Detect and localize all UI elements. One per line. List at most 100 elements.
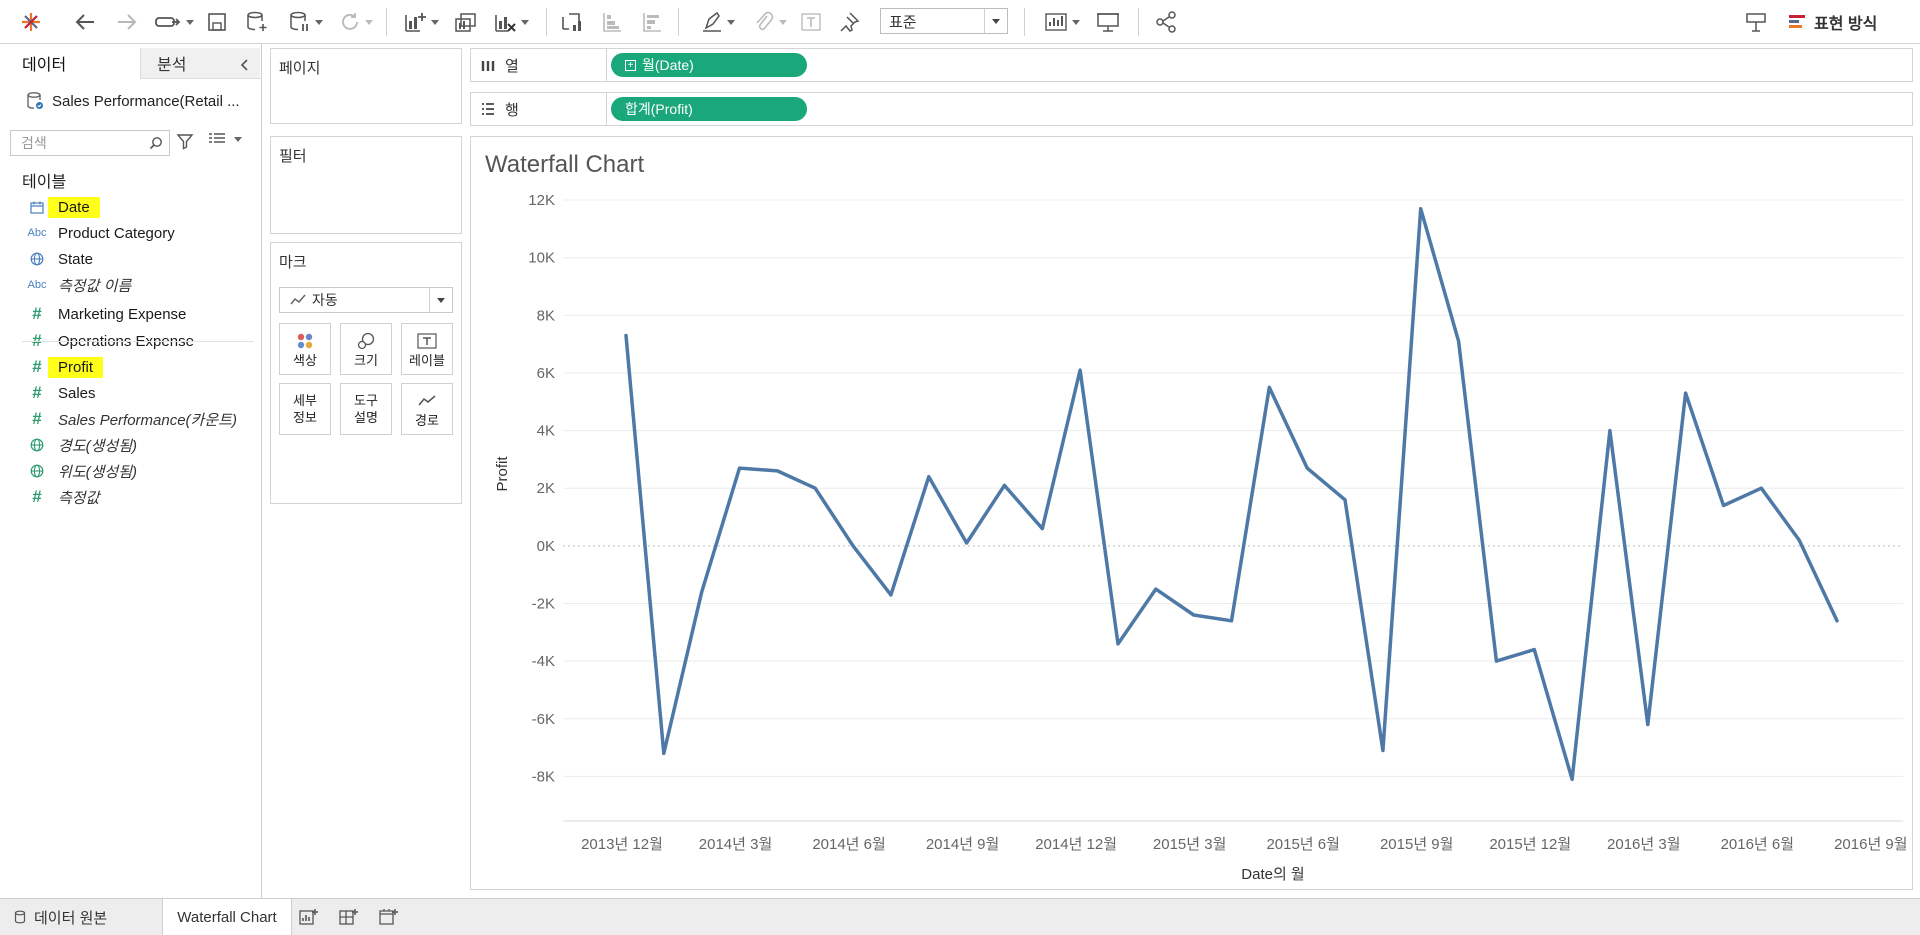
- detail-label-line1: 세부: [293, 393, 317, 408]
- new-datasource-icon[interactable]: [244, 8, 270, 36]
- globe-icon: [28, 464, 46, 478]
- data-pane: 데이터 분석 Sales Performance(Retail ... 테이블 …: [0, 44, 262, 898]
- filters-card-title: 필터: [279, 148, 307, 165]
- field-item[interactable]: # Profit: [0, 355, 260, 379]
- field-name: Marketing Expense: [58, 305, 187, 323]
- filter-icon[interactable]: [176, 132, 194, 154]
- data-point: [1267, 385, 1271, 389]
- highlight-icon[interactable]: [696, 8, 740, 36]
- fit-select[interactable]: 표준: [880, 8, 1008, 34]
- show-cards-icon[interactable]: [1040, 8, 1084, 36]
- search-input[interactable]: [19, 134, 143, 152]
- marks-type-select[interactable]: 자동: [279, 287, 453, 313]
- x-tick-label: 2015년 3월: [1153, 836, 1226, 853]
- show-me-button[interactable]: 표현 방식: [1788, 8, 1877, 36]
- globe-icon: [28, 438, 46, 452]
- pages-card[interactable]: 페이지: [270, 48, 462, 124]
- path-icon: [418, 390, 436, 412]
- group-icon[interactable]: [748, 8, 792, 36]
- rows-shelf[interactable]: 행 합계(Profit): [470, 92, 1913, 126]
- field-name: 경도(생성됨): [58, 437, 137, 455]
- field-item[interactable]: Abc Product Category: [0, 221, 260, 245]
- toolbar-separator: [386, 8, 387, 36]
- redirect-icon[interactable]: [150, 8, 198, 36]
- data-point: [700, 590, 704, 594]
- toolbar: 표준 표현 방식: [0, 0, 1920, 44]
- pin-icon[interactable]: [836, 8, 862, 36]
- field-item[interactable]: # Sales: [0, 381, 260, 405]
- data-point: [1116, 642, 1120, 646]
- search-field[interactable]: [10, 130, 170, 156]
- rows-pill[interactable]: 합계(Profit): [611, 97, 807, 121]
- x-tick-label: 2013년 12월: [581, 836, 663, 853]
- sort-ascending-icon[interactable]: [598, 8, 626, 36]
- marks-card-title: 마크: [279, 254, 307, 271]
- path-button[interactable]: 경로: [401, 383, 453, 435]
- color-button[interactable]: 색상: [279, 323, 331, 375]
- x-tick-label: 2016년 6월: [1721, 836, 1794, 853]
- field-item[interactable]: # 측정값: [0, 485, 260, 509]
- string-type-icon: Abc: [27, 227, 47, 239]
- label-button[interactable]: 레이블: [401, 323, 453, 375]
- data-point: [1457, 339, 1461, 343]
- data-point: [662, 751, 666, 755]
- field-item[interactable]: Date: [0, 195, 260, 219]
- datasource-tab[interactable]: 데이터 원본: [8, 899, 168, 935]
- filters-card[interactable]: 필터: [270, 136, 462, 234]
- field-item[interactable]: 경도(생성됨): [0, 433, 260, 457]
- swap-icon[interactable]: [558, 8, 586, 36]
- field-name: 위도(생성됨): [58, 463, 137, 481]
- datasource-item[interactable]: Sales Performance(Retail ...: [26, 86, 256, 116]
- columns-shelf[interactable]: 열 + 월(Date): [470, 48, 1913, 82]
- data-point: [1154, 587, 1158, 591]
- toolbar-separator: [1024, 8, 1025, 36]
- clear-sheet-icon[interactable]: [488, 8, 534, 36]
- fields-divider: [22, 341, 254, 342]
- columns-pill[interactable]: + 월(Date): [611, 53, 807, 77]
- redo-icon[interactable]: [112, 8, 140, 36]
- profit-series-line: [624, 206, 1839, 782]
- field-item[interactable]: # Marketing Expense: [0, 302, 260, 326]
- expand-plus-icon[interactable]: +: [625, 59, 636, 71]
- field-item[interactable]: Abc 측정값 이름: [0, 273, 260, 297]
- tooltip-toggle-icon[interactable]: [1742, 8, 1770, 36]
- undo-icon[interactable]: [72, 8, 100, 36]
- tab-data[interactable]: 데이터: [0, 48, 140, 78]
- size-button[interactable]: 크기: [340, 323, 392, 375]
- field-item[interactable]: 위도(생성됨): [0, 459, 260, 483]
- refresh-icon[interactable]: [334, 8, 378, 36]
- x-tick-label: 2014년 3월: [699, 836, 772, 853]
- detail-button[interactable]: 세부 정보: [279, 383, 331, 435]
- data-point: [1608, 429, 1612, 433]
- field-name: State: [58, 250, 94, 268]
- data-point: [775, 469, 779, 473]
- field-item[interactable]: State: [0, 247, 260, 271]
- duplicate-icon[interactable]: [452, 8, 480, 36]
- share-icon[interactable]: [1152, 8, 1180, 36]
- data-point: [1721, 504, 1725, 508]
- columns-icon: [481, 58, 495, 72]
- labels-icon[interactable]: [798, 8, 824, 36]
- tooltip-button[interactable]: 도구 설명: [340, 383, 392, 435]
- new-worksheet-icon[interactable]: [298, 907, 320, 927]
- field-item[interactable]: # Sales Performance(카운트): [0, 407, 260, 431]
- sheet-tab-waterfall-chart[interactable]: Waterfall Chart: [162, 899, 292, 935]
- pages-card-title: 페이지: [279, 60, 321, 77]
- data-point: [813, 486, 817, 490]
- y-tick-label: 0K: [537, 538, 555, 555]
- new-dashboard-icon[interactable]: [338, 907, 360, 927]
- sort-descending-icon[interactable]: [638, 8, 666, 36]
- collapse-pane-icon[interactable]: [240, 58, 250, 75]
- pause-updates-icon[interactable]: [282, 8, 330, 36]
- tableau-logo-icon[interactable]: [18, 8, 44, 36]
- x-tick-label: 2014년 12월: [1035, 836, 1117, 853]
- data-point: [1646, 723, 1650, 727]
- presentation-icon[interactable]: [1094, 8, 1122, 36]
- new-worksheet-icon[interactable]: [398, 8, 444, 36]
- field-name: 측정값: [58, 489, 100, 507]
- view-toggle-icon[interactable]: [208, 132, 242, 146]
- data-point: [1230, 619, 1233, 623]
- save-icon[interactable]: [204, 8, 230, 36]
- new-story-icon[interactable]: [378, 907, 400, 927]
- x-axis-title: Date의 월: [1241, 866, 1304, 883]
